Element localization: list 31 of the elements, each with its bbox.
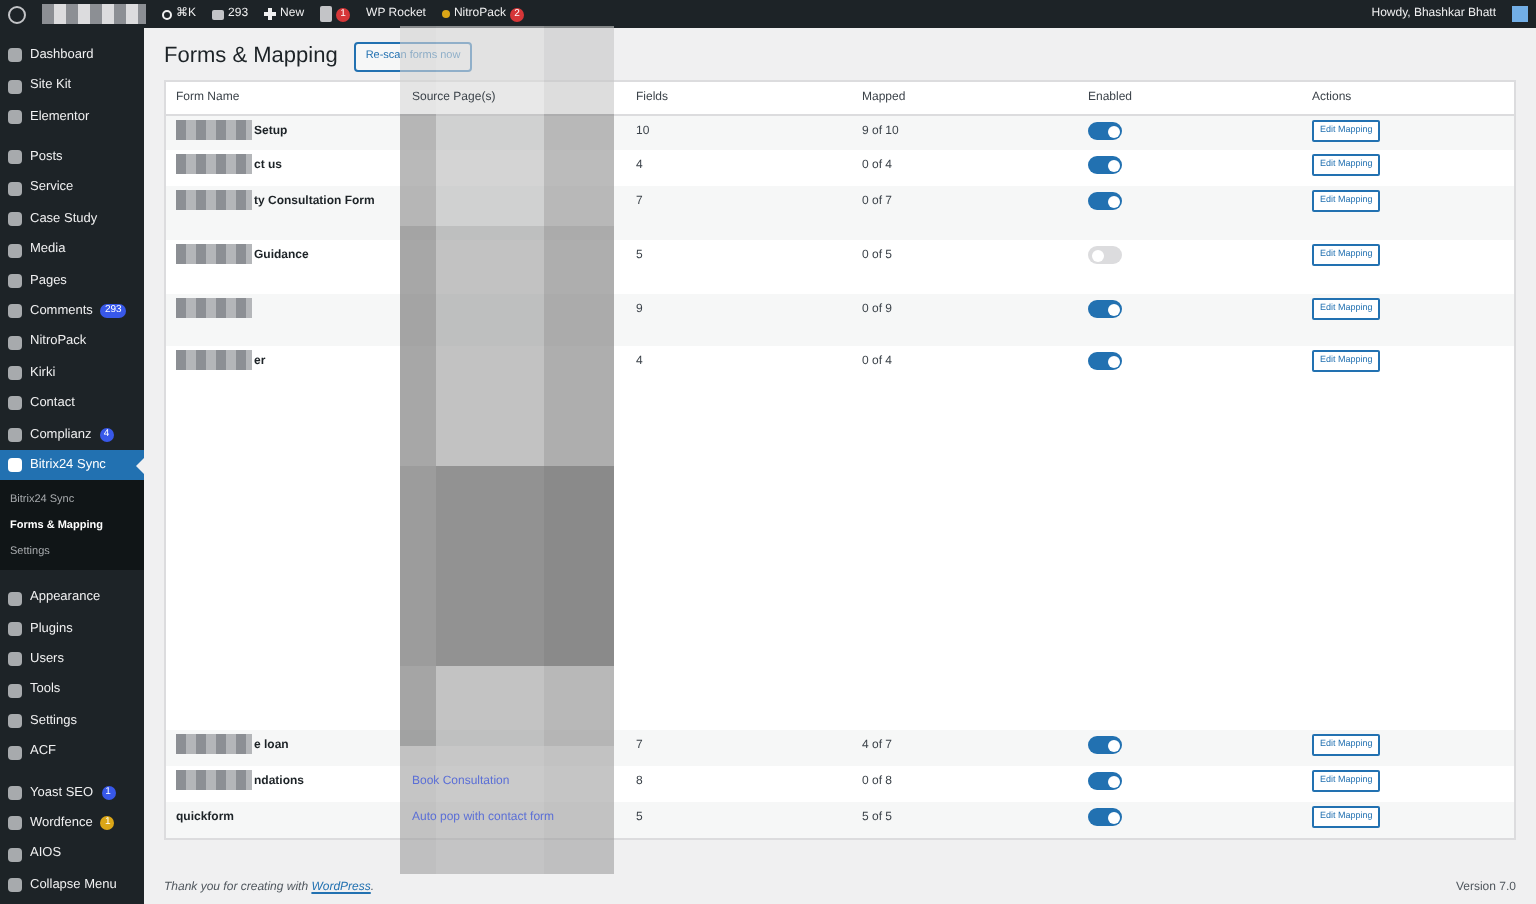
menu-icon <box>8 48 22 63</box>
menu-icon <box>8 181 22 196</box>
menu-icon <box>8 427 22 442</box>
menu-icon <box>8 458 22 473</box>
toggle-switch[interactable] <box>1088 736 1122 754</box>
plus-icon <box>264 8 277 20</box>
toggle-switch[interactable] <box>1088 352 1122 370</box>
speech-bubble-icon <box>212 9 225 19</box>
menu-icon <box>8 816 22 831</box>
search-icon <box>162 9 172 19</box>
menu-icon <box>8 150 22 165</box>
menu-icon <box>8 683 22 698</box>
toggle-switch[interactable] <box>1088 300 1122 318</box>
menu-icon <box>8 847 22 862</box>
menu-icon <box>8 878 22 893</box>
menu-icon <box>8 714 22 729</box>
toggle-switch[interactable] <box>1088 246 1122 264</box>
page-title: Forms & Mapping <box>164 41 338 72</box>
redaction-block <box>42 4 146 24</box>
toggle-switch[interactable] <box>1088 772 1122 790</box>
menu-icon <box>8 591 22 606</box>
menu-icon <box>8 786 22 800</box>
toggle-switch[interactable] <box>1088 156 1122 174</box>
menu-icon <box>8 212 22 227</box>
menu-icon <box>8 335 22 350</box>
wordpress-logo-icon[interactable] <box>8 5 26 23</box>
menu-icon <box>8 745 22 760</box>
toggle-switch[interactable] <box>1088 122 1122 140</box>
toggle-switch[interactable] <box>1088 192 1122 210</box>
menu-icon <box>8 304 22 319</box>
toggle-switch[interactable] <box>1088 808 1122 826</box>
